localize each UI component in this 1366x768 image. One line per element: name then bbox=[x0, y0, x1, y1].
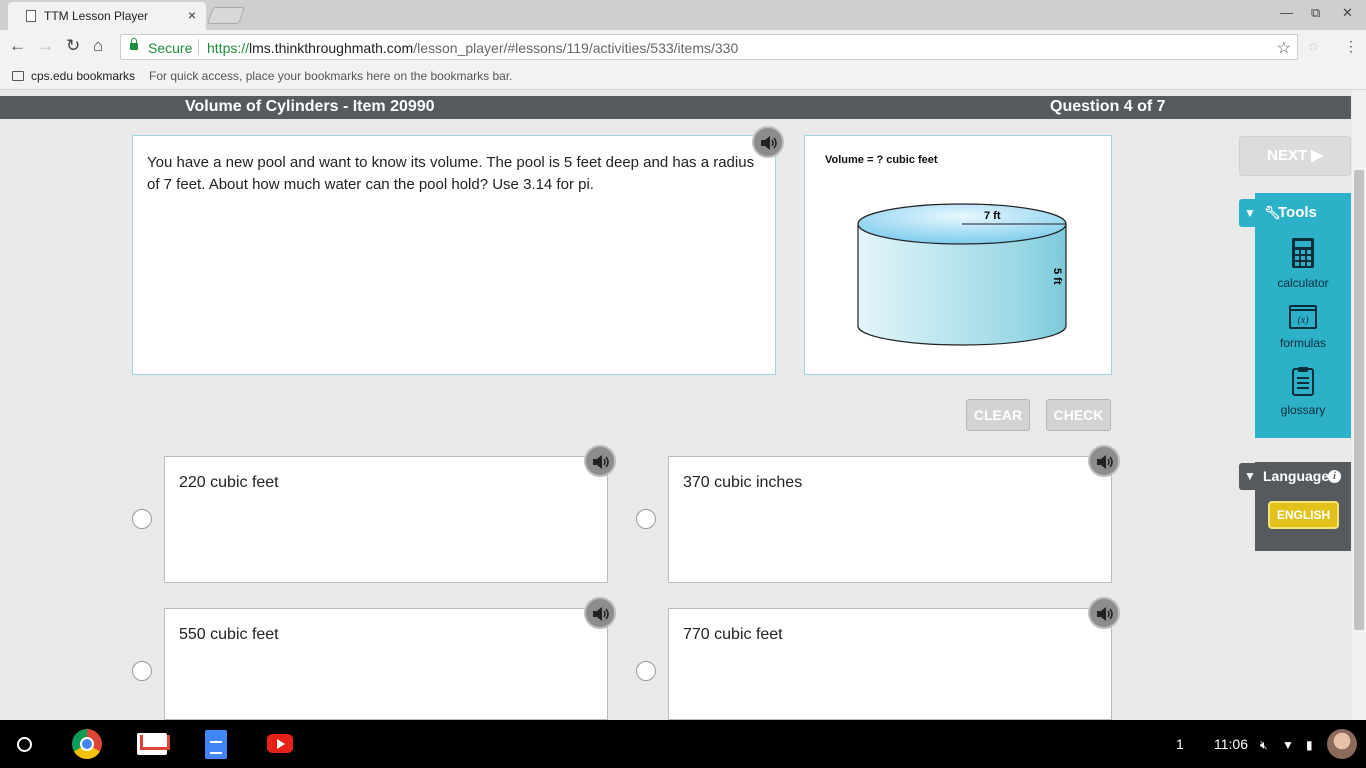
choice-audio-button-1[interactable] bbox=[584, 445, 616, 477]
restore-icon[interactable]: ⧉ bbox=[1311, 5, 1320, 21]
question-audio-button[interactable] bbox=[752, 126, 784, 158]
choice-card-1[interactable]: 220 cubic feet bbox=[164, 456, 608, 583]
svg-text:(x): (x) bbox=[1297, 315, 1309, 326]
lock-icon bbox=[130, 38, 138, 50]
close-window-icon[interactable]: ✕ bbox=[1342, 5, 1353, 21]
choice-text: 550 cubic feet bbox=[179, 626, 279, 643]
speaker-icon bbox=[593, 607, 609, 621]
home-icon[interactable]: ⌂ bbox=[93, 37, 103, 54]
tool-label: glossary bbox=[1280, 403, 1326, 417]
info-icon[interactable]: i bbox=[1328, 470, 1341, 483]
lesson-title: Volume of Cylinders - Item 20990 bbox=[185, 98, 435, 115]
tools-heading: Tools bbox=[1278, 204, 1317, 221]
choice-audio-button-2[interactable] bbox=[1088, 445, 1120, 477]
choice-text: 220 cubic feet bbox=[179, 474, 279, 491]
reload-icon[interactable]: ↻ bbox=[66, 37, 80, 54]
radius-label: 7 ft bbox=[984, 210, 1001, 222]
language-toggle[interactable]: ▼ Language i bbox=[1239, 463, 1347, 490]
tools-toggle[interactable]: ▼ 🔧︎ Tools bbox=[1239, 199, 1317, 227]
secure-label: Secure bbox=[148, 40, 193, 56]
choice-card-4[interactable]: 770 cubic feet bbox=[668, 608, 1112, 720]
battery-icon[interactable]: ▮ bbox=[1306, 738, 1313, 752]
caret-down-icon: ▼ bbox=[1244, 469, 1256, 483]
choice-card-2[interactable]: 370 cubic inches bbox=[668, 456, 1112, 583]
glossary-tool[interactable]: glossary bbox=[1255, 366, 1351, 417]
diagram-panel: Volume = ? cubic feet 7 ft 5 ft bbox=[804, 135, 1112, 375]
scrollbar-thumb[interactable] bbox=[1354, 170, 1364, 630]
bookmarks-hint: For quick access, place your bookmarks h… bbox=[149, 69, 513, 83]
bookmark-star-icon[interactable]: ☆ bbox=[1277, 38, 1291, 58]
youtube-app-icon[interactable] bbox=[267, 734, 293, 753]
question-counter: Question 4 of 7 bbox=[1050, 98, 1166, 115]
tab-close-icon[interactable]: × bbox=[188, 7, 196, 23]
lesson-header: Volume of Cylinders - Item 20990 Questio… bbox=[0, 96, 1351, 119]
launcher-icon[interactable] bbox=[17, 737, 32, 752]
folder-icon bbox=[12, 71, 24, 81]
choice-text: 370 cubic inches bbox=[683, 474, 803, 491]
question-text: You have a new pool and want to know its… bbox=[147, 154, 755, 193]
choice-radio-1[interactable] bbox=[132, 509, 152, 529]
next-button[interactable]: NEXT ▶ bbox=[1239, 136, 1351, 176]
extension-icon[interactable]: ◌ bbox=[1309, 38, 1317, 54]
clear-button[interactable]: CLEAR bbox=[966, 399, 1030, 431]
height-label: 5 ft bbox=[1051, 268, 1063, 285]
chrome-app-icon[interactable] bbox=[72, 729, 102, 759]
browser-tab-strip: TTM Lesson Player × — ⧉ ✕ bbox=[0, 0, 1366, 30]
clock[interactable]: 11:06 bbox=[1214, 736, 1248, 752]
speaker-icon bbox=[1097, 455, 1113, 469]
check-button[interactable]: CHECK bbox=[1046, 399, 1111, 431]
formulas-icon: (x) bbox=[1289, 305, 1317, 329]
docs-app-icon[interactable] bbox=[205, 730, 227, 759]
menu-icon[interactable]: ⋮ bbox=[1344, 38, 1358, 55]
url-text[interactable]: https://lms.thinkthroughmath.com/lesson_… bbox=[207, 40, 738, 56]
bookmark-folder[interactable]: cps.edu bookmarks bbox=[31, 69, 135, 83]
formulas-tool[interactable]: (x) formulas bbox=[1255, 305, 1351, 350]
address-bar[interactable]: Secure https://lms.thinkthroughmath.com/… bbox=[120, 34, 1298, 60]
calculator-icon bbox=[1292, 238, 1314, 268]
bookmarks-bar: cps.edu bookmarks For quick access, plac… bbox=[0, 64, 1366, 90]
muted-volume-icon[interactable]: 🔇︎ bbox=[1260, 738, 1268, 753]
glossary-icon bbox=[1292, 367, 1314, 396]
cylinder-diagram bbox=[857, 203, 1067, 346]
page-icon bbox=[26, 10, 36, 22]
divider bbox=[198, 39, 199, 55]
english-button[interactable]: ENGLISH bbox=[1268, 501, 1339, 529]
gmail-app-icon[interactable] bbox=[137, 733, 167, 755]
choice-audio-button-3[interactable] bbox=[584, 597, 616, 629]
url-host: lms.thinkthroughmath.com bbox=[249, 40, 414, 56]
choice-card-3[interactable]: 550 cubic feet bbox=[164, 608, 608, 720]
speaker-icon bbox=[1097, 607, 1113, 621]
wifi-icon[interactable]: ▼ bbox=[1282, 738, 1294, 752]
tool-label: calculator bbox=[1277, 276, 1329, 290]
browser-toolbar: ← → ↻ ⌂ Secure https://lms.thinkthroughm… bbox=[0, 30, 1366, 64]
scrollbar[interactable] bbox=[1352, 90, 1366, 720]
calculator-tool[interactable]: calculator bbox=[1255, 237, 1351, 290]
choice-radio-2[interactable] bbox=[636, 509, 656, 529]
back-icon[interactable]: ← bbox=[9, 37, 26, 54]
notification-count[interactable]: 1 bbox=[1176, 736, 1184, 752]
language-heading: Language bbox=[1263, 468, 1330, 484]
speaker-icon bbox=[761, 136, 777, 150]
url-scheme: https:// bbox=[207, 40, 250, 56]
choice-radio-4[interactable] bbox=[636, 661, 656, 681]
new-tab-button[interactable] bbox=[206, 7, 246, 24]
os-shelf: 1 11:06 🔇︎ ▼ ▮ bbox=[0, 720, 1366, 768]
browser-tab[interactable]: TTM Lesson Player × bbox=[8, 2, 206, 30]
choice-radio-3[interactable] bbox=[132, 661, 152, 681]
url-path: /lesson_player/#lessons/119/activities/5… bbox=[413, 40, 739, 56]
choice-text: 770 cubic feet bbox=[683, 626, 783, 643]
choice-audio-button-4[interactable] bbox=[1088, 597, 1120, 629]
speaker-icon bbox=[593, 455, 609, 469]
avatar[interactable] bbox=[1327, 729, 1357, 759]
caret-down-icon: ▼ bbox=[1244, 206, 1256, 220]
tool-label: formulas bbox=[1279, 336, 1326, 350]
question-panel: You have a new pool and want to know its… bbox=[132, 135, 776, 375]
tab-title: TTM Lesson Player bbox=[44, 9, 149, 23]
forward-icon[interactable]: → bbox=[37, 37, 54, 54]
minimize-icon[interactable]: — bbox=[1280, 5, 1293, 20]
